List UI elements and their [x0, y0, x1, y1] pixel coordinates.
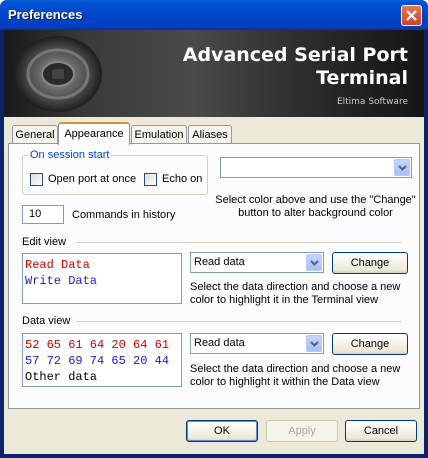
- close-icon: [406, 10, 417, 21]
- edit-view-heading: Edit view: [22, 236, 67, 248]
- apply-button[interactable]: Apply: [266, 420, 338, 442]
- banner-title-line1: Advanced Serial Port: [182, 44, 408, 66]
- edit-view-preview: Read Data Write Data: [22, 253, 182, 304]
- background-color-select[interactable]: [220, 157, 412, 178]
- banner-title-line2: Terminal: [316, 67, 408, 89]
- data-change-button[interactable]: Change: [332, 333, 408, 355]
- data-direction-select[interactable]: Read data: [190, 333, 324, 354]
- data-direction-dropdown-button[interactable]: [306, 335, 322, 352]
- dialog-body: Advanced Serial Port Terminal Eltima Sof…: [4, 30, 424, 454]
- ok-button[interactable]: OK: [186, 420, 258, 442]
- echo-on-checkbox[interactable]: [144, 173, 157, 186]
- cancel-button[interactable]: Cancel: [345, 420, 417, 442]
- preferences-window: Preferences Advanced Serial Port Termina…: [0, 0, 428, 458]
- history-count-input[interactable]: 10: [22, 205, 64, 224]
- open-port-label[interactable]: Open port at once: [48, 173, 136, 185]
- edit-view-help-text: Select the data direction and choose a n…: [190, 281, 418, 307]
- background-help-text: Select color above and use the "Change" …: [213, 194, 418, 220]
- tab-label: Emulation: [134, 129, 184, 141]
- tab-label: General: [15, 129, 55, 141]
- open-port-checkbox[interactable]: [30, 173, 43, 186]
- edit-preview-read: Read Data: [25, 258, 90, 272]
- chevron-down-icon: [310, 260, 319, 266]
- data-view-preview: 52 65 61 64 20 64 61 57 72 69 74 65 20 44…: [22, 333, 182, 387]
- data-direction-value: Read data: [194, 337, 245, 349]
- tab-aliases[interactable]: Aliases: [188, 125, 232, 144]
- tab-label: Aliases: [192, 129, 228, 141]
- serial-port-logo-icon: [14, 36, 102, 112]
- help-line: button to alter background color: [238, 207, 393, 219]
- title-bar[interactable]: Preferences: [0, 0, 428, 30]
- history-label: Commands in history: [72, 209, 176, 221]
- tab-label: Appearance: [64, 128, 124, 140]
- tab-emulation[interactable]: Emulation: [131, 125, 187, 144]
- data-view-help-text: Select the data direction and choose a n…: [190, 363, 418, 389]
- data-preview-write: 57 72 69 74 65 20 44: [25, 354, 170, 368]
- tab-general[interactable]: General: [12, 125, 58, 144]
- help-line: color to highlight it within the Data vi…: [190, 376, 380, 388]
- help-line: Select the data direction and choose a n…: [190, 363, 401, 375]
- edit-change-button[interactable]: Change: [332, 252, 408, 274]
- window-title: Preferences: [8, 7, 83, 22]
- edit-direction-value: Read data: [194, 256, 245, 268]
- product-banner: Advanced Serial Port Terminal Eltima Sof…: [4, 30, 424, 117]
- edit-direction-dropdown-button[interactable]: [306, 254, 322, 271]
- edit-view-separator: [76, 242, 402, 243]
- data-preview-read: 52 65 61 64 20 64 61: [25, 338, 170, 352]
- edit-preview-write: Write Data: [25, 274, 98, 288]
- session-start-label: On session start: [28, 149, 112, 161]
- tab-appearance[interactable]: Appearance: [58, 122, 130, 145]
- edit-direction-select[interactable]: Read data: [190, 252, 324, 273]
- help-line: color to highlight it in the Terminal vi…: [190, 294, 379, 306]
- chevron-down-icon: [398, 165, 407, 171]
- echo-on-label[interactable]: Echo on: [162, 173, 202, 185]
- background-color-dropdown-button[interactable]: [394, 159, 410, 176]
- close-button[interactable]: [401, 5, 422, 26]
- help-line: Select color above and use the "Change": [215, 194, 416, 206]
- vendor-name: Eltima Software: [336, 97, 408, 107]
- data-preview-other: Other data: [25, 370, 98, 384]
- help-line: Select the data direction and choose a n…: [190, 281, 401, 293]
- chevron-down-icon: [310, 341, 319, 347]
- data-view-separator: [76, 321, 402, 322]
- data-view-heading: Data view: [22, 315, 71, 327]
